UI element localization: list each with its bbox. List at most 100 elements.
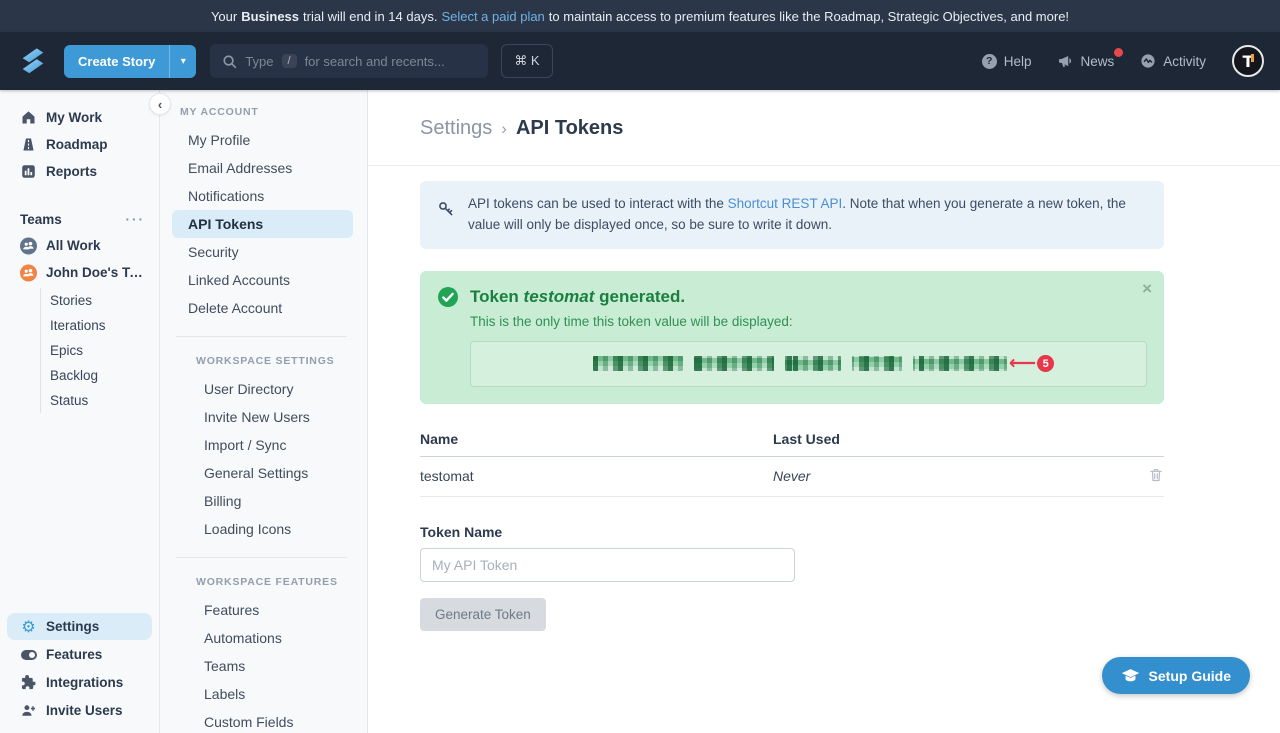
sidebar-item-settings[interactable]: ⚙ Settings	[7, 613, 152, 640]
sidebar-item-reports[interactable]: Reports	[0, 158, 159, 185]
trial-text-suffix: to maintain access to premium features l…	[549, 9, 1069, 24]
create-story-caret-icon[interactable]: ▾	[169, 45, 196, 78]
settings-nav-item[interactable]: Import / Sync	[176, 431, 347, 459]
news-notification-dot	[1114, 48, 1123, 57]
sidebar-bottom: ⚙ Settings Features Integrations Invite …	[0, 612, 159, 733]
sidebar-item-label: Integrations	[46, 675, 123, 690]
chevron-left-icon: ‹	[158, 97, 162, 112]
puzzle-icon	[20, 674, 37, 691]
navbar-right: ? Help News Activity T	[982, 45, 1264, 77]
create-story-button[interactable]: Create Story	[64, 45, 169, 78]
team-sub-item[interactable]: Stories	[41, 288, 159, 313]
section-items: User DirectoryInvite New UsersImport / S…	[176, 375, 347, 543]
settings-nav-item[interactable]: API Tokens	[172, 210, 353, 238]
check-circle-icon	[437, 286, 459, 308]
table-row: testomat Never	[420, 457, 1164, 497]
select-paid-plan-link[interactable]: Select a paid plan	[441, 9, 544, 24]
settings-nav-item[interactable]: Security	[160, 238, 367, 266]
team-avatar	[20, 264, 37, 281]
activity-icon	[1140, 53, 1156, 69]
help-icon: ?	[982, 54, 997, 69]
settings-nav-item[interactable]: Email Addresses	[160, 154, 367, 182]
info-text-before: API tokens can be used to interact with …	[468, 196, 728, 211]
settings-nav-item[interactable]: Features	[176, 596, 347, 624]
sidebar-item-team-john-doe[interactable]: John Doe's Te...	[0, 259, 159, 286]
settings-nav-item[interactable]: General Settings	[176, 459, 347, 487]
sidebar-item-label: Reports	[46, 164, 97, 179]
breadcrumb: Settings › API Tokens	[368, 90, 1280, 140]
alert-message: This is the only time this token value w…	[470, 314, 1147, 329]
settings-nav-item[interactable]: Loading Icons	[176, 515, 347, 543]
settings-nav-item[interactable]: Teams	[176, 652, 347, 680]
settings-nav-item[interactable]: Invite New Users	[176, 403, 347, 431]
teams-header-label: Teams	[20, 212, 62, 227]
settings-nav-item[interactable]: User Directory	[176, 375, 347, 403]
header-divider	[368, 165, 1280, 166]
news-label: News	[1080, 54, 1114, 69]
top-navbar: Create Story ▾ Type / for search and rec…	[0, 32, 1280, 90]
help-menu[interactable]: ? Help	[982, 54, 1032, 69]
token-name-input[interactable]	[420, 548, 795, 582]
bar-chart-icon	[20, 163, 37, 180]
main-content: Settings › API Tokens API tokens can be …	[368, 90, 1280, 733]
collapse-sidebar-button[interactable]: ‹	[149, 93, 171, 115]
section-items: My ProfileEmail AddressesNotificationsAP…	[160, 126, 367, 322]
table-header: Name Last Used	[420, 431, 1164, 457]
settings-nav-item[interactable]: Automations	[176, 624, 347, 652]
settings-nav-item[interactable]: My Profile	[160, 126, 367, 154]
team-sub-item[interactable]: Backlog	[41, 363, 159, 388]
settings-nav-item[interactable]: Delete Account	[160, 294, 367, 322]
sidebar-item-roadmap[interactable]: Roadmap	[0, 131, 159, 158]
breadcrumb-settings[interactable]: Settings	[420, 117, 492, 140]
section-items: FeaturesAutomationsTeamsLabelsCustom Fie…	[176, 596, 347, 733]
teams-menu-icon[interactable]: ···	[126, 212, 146, 227]
delete-token-icon[interactable]	[1148, 467, 1164, 486]
cmd-k-shortcut-badge[interactable]: ⌘ K	[501, 44, 552, 78]
team-sub-item[interactable]: Iterations	[41, 313, 159, 338]
sidebar-item-label: My Work	[46, 110, 102, 125]
team-sub-item[interactable]: Epics	[41, 338, 159, 363]
alert-title: Token testomat generated.	[437, 286, 1147, 308]
sidebar-item-integrations[interactable]: Integrations	[7, 669, 152, 696]
close-icon[interactable]: ×	[1142, 279, 1152, 299]
house-icon	[20, 109, 37, 126]
activity-menu[interactable]: Activity	[1140, 53, 1206, 69]
global-search-input[interactable]: Type / for search and recents...	[210, 44, 488, 78]
page-title: API Tokens	[516, 117, 623, 140]
left-arrow-icon: ⟵	[1009, 354, 1036, 373]
sidebar-item-features[interactable]: Features	[7, 641, 152, 668]
token-name-label: Token Name	[420, 524, 1164, 540]
settings-nav-item[interactable]: Custom Fields	[176, 708, 347, 733]
workspace-avatar[interactable]: T	[1232, 45, 1264, 77]
new-token-form: Token Name Generate Token	[420, 524, 1164, 631]
settings-nav-item[interactable]: Labels	[176, 680, 347, 708]
shortcut-rest-api-link[interactable]: Shortcut REST API	[728, 196, 843, 211]
road-icon	[20, 136, 37, 153]
slash-key-badge: /	[282, 54, 297, 68]
trial-banner: Your Business trial will end in 14 days.…	[0, 0, 1280, 32]
setup-guide-button[interactable]: Setup Guide	[1102, 657, 1250, 694]
sidebar-item-invite-users[interactable]: Invite Users	[7, 697, 152, 724]
create-story-split-button: Create Story ▾	[64, 45, 196, 78]
settings-nav-item[interactable]: Notifications	[160, 182, 367, 210]
sidebar-item-all-work[interactable]: All Work	[0, 232, 159, 259]
team-sub-item[interactable]: Status	[41, 388, 159, 413]
teams-section-header: Teams ···	[0, 207, 159, 232]
shortcut-logo-icon[interactable]	[16, 44, 50, 78]
megaphone-icon	[1057, 53, 1073, 69]
all-work-avatar	[20, 237, 37, 254]
generate-token-button[interactable]: Generate Token	[420, 598, 546, 631]
help-label: Help	[1004, 54, 1032, 69]
token-row-name: testomat	[420, 468, 773, 484]
search-placeholder: for search and recents...	[305, 54, 445, 69]
settings-nav-item[interactable]: Linked Accounts	[160, 266, 367, 294]
setup-guide-label: Setup Guide	[1149, 668, 1231, 684]
team-sub-nav: StoriesIterationsEpicsBacklogStatus	[40, 288, 159, 413]
person-plus-icon	[20, 702, 37, 719]
settings-nav-item[interactable]: Billing	[176, 487, 347, 515]
activity-label: Activity	[1163, 54, 1206, 69]
news-menu[interactable]: News	[1057, 53, 1114, 69]
sidebar-item-label: Roadmap	[46, 137, 108, 152]
sidebar-item-label: Settings	[46, 619, 99, 634]
sidebar-item-my-work[interactable]: My Work	[0, 104, 159, 131]
